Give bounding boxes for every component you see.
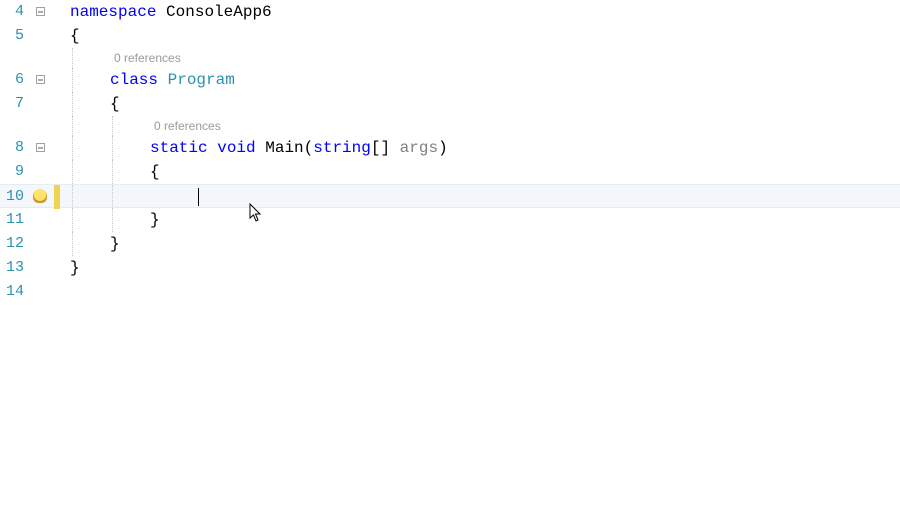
token-pln: ): [438, 139, 448, 157]
codelens-row[interactable]: 0 references: [0, 116, 900, 136]
code-text[interactable]: namespace ConsoleApp6: [70, 0, 900, 24]
token-kw: void: [217, 139, 255, 157]
codelens-text[interactable]: 0 references: [70, 48, 900, 68]
gutter-margin: [30, 68, 70, 92]
code-line[interactable]: 4 namespace ConsoleApp6: [0, 0, 900, 24]
token-param: args: [400, 139, 438, 157]
line-number: 12: [0, 232, 30, 256]
line-number: 5: [0, 24, 30, 48]
codelens-label[interactable]: 0 references: [70, 51, 181, 65]
line-number: 11: [0, 208, 30, 232]
line-number: 13: [0, 256, 30, 280]
gutter-margin: [30, 208, 70, 232]
token-pln: [256, 139, 266, 157]
code-line[interactable]: 13}: [0, 256, 900, 280]
token-pln: [156, 3, 166, 21]
code-line[interactable]: 7{: [0, 92, 900, 116]
gutter-margin: [30, 116, 70, 136]
code-text[interactable]: {: [70, 160, 900, 184]
gutter-margin: [30, 136, 70, 160]
line-number: 9: [0, 160, 30, 184]
codelens-row[interactable]: 0 references: [0, 48, 900, 68]
fold-toggle-icon[interactable]: [36, 7, 45, 16]
codelens-text[interactable]: 0 references: [70, 116, 900, 136]
code-text[interactable]: }: [70, 208, 900, 232]
token-pln: Main: [265, 139, 303, 157]
fold-toggle-icon[interactable]: [36, 75, 45, 84]
code-text[interactable]: {: [70, 24, 900, 48]
token-pln: []: [371, 139, 400, 157]
token-pln: {: [70, 27, 80, 45]
token-kw: static: [150, 139, 208, 157]
code-line[interactable]: 8 static void Main(string[] args): [0, 136, 900, 160]
lightbulb-icon[interactable]: [33, 189, 47, 203]
code-line[interactable]: 5{: [0, 24, 900, 48]
token-pln: ConsoleApp6: [166, 3, 272, 21]
token-pln: (: [304, 139, 314, 157]
code-line[interactable]: 11}: [0, 208, 900, 232]
gutter-margin: [30, 160, 70, 184]
code-line[interactable]: 10: [0, 184, 900, 208]
code-text[interactable]: [70, 185, 900, 209]
gutter-margin: [30, 48, 70, 68]
token-pln: [158, 71, 168, 89]
gutter-margin: [30, 24, 70, 48]
line-number: 8: [0, 136, 30, 160]
code-text[interactable]: static void Main(string[] args): [70, 136, 900, 160]
code-text[interactable]: }: [70, 256, 900, 280]
code-line[interactable]: 12}: [0, 232, 900, 256]
gutter-margin: [30, 0, 70, 24]
line-number: 4: [0, 0, 30, 24]
codelens-label[interactable]: 0 references: [70, 119, 221, 133]
token-pln: }: [110, 235, 120, 253]
text-caret: [198, 188, 199, 206]
change-marker: [54, 185, 60, 209]
token-pln: }: [70, 259, 80, 277]
gutter-margin: [30, 256, 70, 280]
gutter-margin: [30, 185, 70, 209]
token-pln: }: [150, 211, 160, 229]
token-pln: {: [150, 163, 160, 181]
code-line[interactable]: 6 class Program: [0, 68, 900, 92]
code-line[interactable]: 14: [0, 280, 900, 304]
code-editor[interactable]: 4namespace ConsoleApp65{0 references6cla…: [0, 0, 900, 506]
code-text[interactable]: }: [70, 232, 900, 256]
line-number: 14: [0, 280, 30, 304]
line-number: 7: [0, 92, 30, 116]
code-line[interactable]: 9{: [0, 160, 900, 184]
token-kw: namespace: [70, 3, 156, 21]
code-text[interactable]: {: [70, 92, 900, 116]
line-number: 10: [0, 185, 30, 209]
token-type: Program: [168, 71, 235, 89]
line-number: 6: [0, 68, 30, 92]
fold-toggle-icon[interactable]: [36, 143, 45, 152]
token-pln: {: [110, 95, 120, 113]
token-kw: class: [110, 71, 158, 89]
gutter-margin: [30, 92, 70, 116]
token-pln: [208, 139, 218, 157]
code-text[interactable]: class Program: [70, 68, 900, 92]
gutter-margin: [30, 232, 70, 256]
token-kw: string: [313, 139, 371, 157]
gutter-margin: [30, 280, 70, 304]
